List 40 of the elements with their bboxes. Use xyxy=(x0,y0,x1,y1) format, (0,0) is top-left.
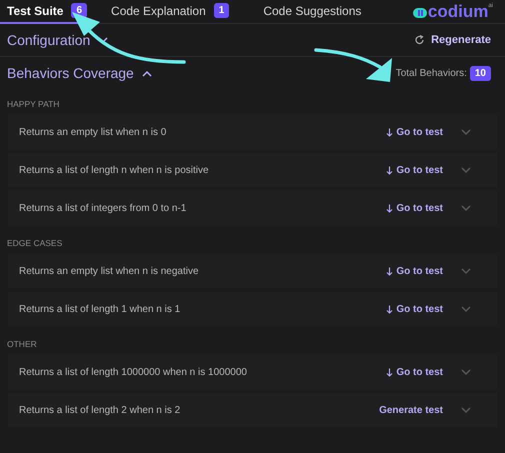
down-arrow-icon xyxy=(386,368,394,376)
count-badge: 10 xyxy=(470,66,491,81)
chevron-icon[interactable] xyxy=(461,266,471,276)
tab[interactable]: Code Suggestions xyxy=(246,0,378,24)
group-heading: OTHER xyxy=(6,338,38,351)
behavior-text: Returns an empty list when n is 0 xyxy=(19,126,166,140)
chevron-icon[interactable] xyxy=(461,165,471,175)
test-link[interactable]: Go to test xyxy=(386,264,443,278)
logo-icon xyxy=(412,8,427,18)
behavior-text: Returns a list of length 1000000 when n is 1000000 xyxy=(19,366,247,380)
behavior-text: Returns a list of integers from 0 to n-1 xyxy=(19,202,186,216)
refresh-icon xyxy=(415,35,426,45)
chevron-icon[interactable] xyxy=(461,304,471,314)
chevron-icon[interactable] xyxy=(461,127,471,137)
test-link[interactable]: Go to test xyxy=(386,162,443,178)
down-arrow-icon xyxy=(386,304,394,314)
section-toggle[interactable]: Behaviors Coverage xyxy=(7,63,152,84)
down-arrow-icon xyxy=(386,128,394,136)
group-heading: HAPPY PATH xyxy=(6,98,60,111)
regenerate-button[interactable]: Regenerate xyxy=(415,32,491,48)
logo-text: codium xyxy=(428,2,488,22)
test-link[interactable]: Generate test xyxy=(379,402,443,418)
down-arrow-icon xyxy=(386,166,394,174)
test-link[interactable]: Go to test xyxy=(386,124,443,140)
test-link[interactable]: Go to test xyxy=(386,302,443,316)
chevron-icon[interactable] xyxy=(461,367,471,377)
group-heading: EDGE CASES xyxy=(6,237,64,250)
chevron-icon[interactable] xyxy=(461,203,471,213)
chevron-icon[interactable] xyxy=(461,405,471,415)
test-link[interactable]: Go to test xyxy=(386,364,443,380)
test-link[interactable]: Go to test xyxy=(386,200,443,216)
total-label: Total Behaviors: xyxy=(396,67,467,81)
behavior-text: Returns a list of length n when n is positive xyxy=(19,164,209,178)
tab[interactable]: Code Explanation 1 xyxy=(94,0,246,24)
down-arrow-icon xyxy=(386,204,394,212)
behavior-text: Returns a list of length 2 when n is 2 xyxy=(19,404,180,418)
behavior-text: Returns an empty list when n is negative xyxy=(19,264,199,278)
down-arrow-icon xyxy=(386,266,394,276)
behavior-text: Returns a list of length 1 when n is 1 xyxy=(19,302,180,316)
count-badge: 1 xyxy=(214,3,230,18)
